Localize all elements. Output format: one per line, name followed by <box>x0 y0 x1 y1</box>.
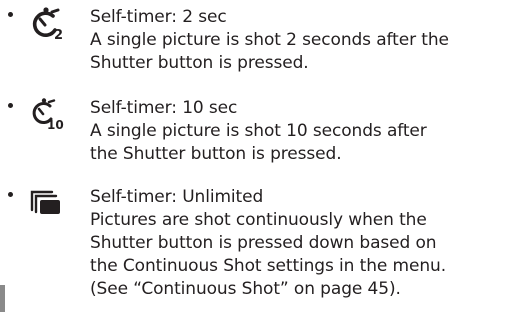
item-title: Self-timer: 10 sec <box>90 98 238 118</box>
item-line: (See “Continuous Shot” on page 45). <box>90 279 401 299</box>
item-text: Self-timer: Unlimited Pictures are shot … <box>90 186 514 301</box>
bullet <box>8 12 13 17</box>
item-title: Self-timer: 2 sec <box>90 7 227 27</box>
item-line: the Continuous Shot settings in the menu… <box>90 256 447 276</box>
bullet <box>8 103 13 108</box>
item-line: Pictures are shot continuously when the <box>90 210 427 230</box>
item-text: Self-timer: 10 sec A single picture is s… <box>90 97 514 166</box>
self-timer-10sec-icon: 10 <box>28 97 68 133</box>
page-margin-tab <box>0 285 5 312</box>
svg-text:10: 10 <box>47 118 64 132</box>
continuous-shot-icon <box>28 186 68 222</box>
self-timer-2sec-icon: 2 <box>28 6 68 42</box>
item-text: Self-timer: 2 sec A single picture is sh… <box>90 6 514 75</box>
item-title: Self-timer: Unlimited <box>90 187 264 207</box>
item-line: A single picture is shot 10 seconds afte… <box>90 121 427 141</box>
item-line: the Shutter button is pressed. <box>90 144 342 164</box>
item-line: Shutter button is pressed down based on <box>90 233 437 253</box>
svg-text:2: 2 <box>54 28 63 42</box>
item-line: A single picture is shot 2 seconds after… <box>90 30 449 50</box>
item-line: Shutter button is pressed. <box>90 53 309 73</box>
bullet <box>8 192 13 197</box>
